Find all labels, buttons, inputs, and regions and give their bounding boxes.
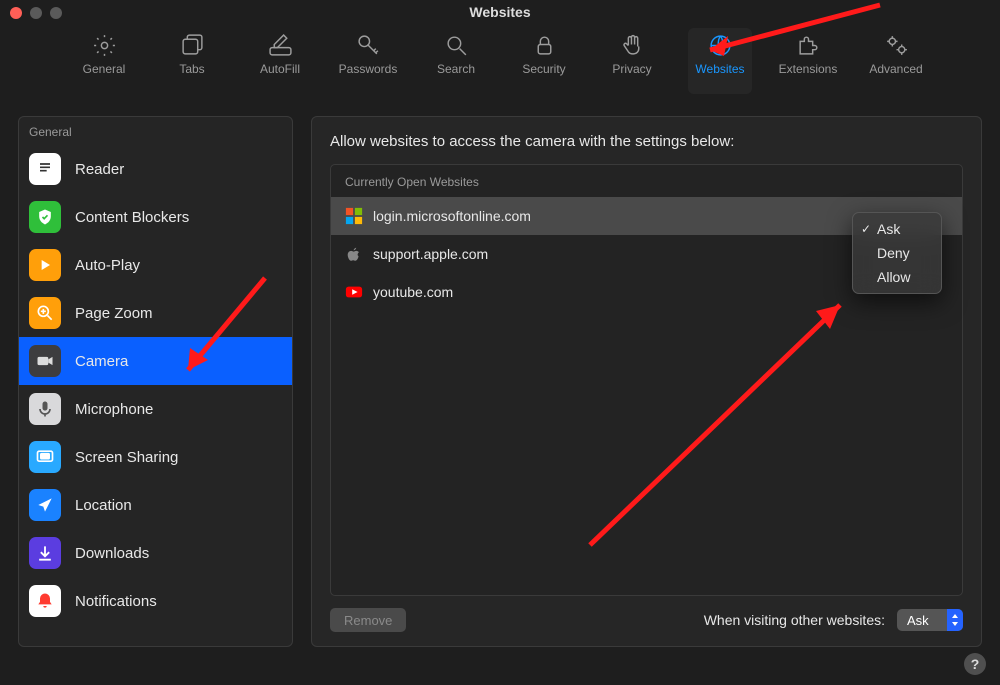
titlebar: Websites (0, 0, 1000, 24)
popup-item-allow[interactable]: Allow (853, 265, 941, 289)
puzzle-icon (795, 32, 821, 58)
detail-footer: Remove When visiting other websites: Ask (330, 596, 963, 632)
minimize-window-button[interactable] (30, 7, 42, 19)
toolbar-tab-search[interactable]: Search (424, 28, 488, 94)
detail-heading: Allow websites to access the camera with… (330, 133, 963, 150)
sidebar-item-label: Camera (75, 353, 128, 370)
lock-icon (531, 32, 557, 58)
toolbar-tab-label: Privacy (612, 62, 651, 76)
toolbar-tab-label: Search (437, 62, 475, 76)
toolbar-tab-autofill[interactable]: AutoFill (248, 28, 312, 94)
toolbar-tab-label: Passwords (339, 62, 398, 76)
sidebar-item-label: Screen Sharing (75, 449, 178, 466)
toolbar-tab-passwords[interactable]: Passwords (336, 28, 400, 94)
gear-icon (91, 32, 117, 58)
sidebar-item-notifications[interactable]: Notifications (19, 577, 292, 625)
tabs-icon (179, 32, 205, 58)
sidebar-item-location[interactable]: Location (19, 481, 292, 529)
remove-button[interactable]: Remove (330, 608, 406, 632)
sidebar-item-page-zoom[interactable]: Page Zoom (19, 289, 292, 337)
sidebar-item-content-blockers[interactable]: Content Blockers (19, 193, 292, 241)
popup-item-deny[interactable]: Deny (853, 241, 941, 265)
detail-panel: Allow websites to access the camera with… (311, 116, 982, 647)
sidebar-item-label: Location (75, 497, 132, 514)
select-value: Ask (907, 613, 929, 628)
sidebar-item-microphone[interactable]: Microphone (19, 385, 292, 433)
location-arrow-icon (29, 489, 61, 521)
other-websites-label: When visiting other websites: (704, 612, 885, 628)
shield-check-icon (29, 201, 61, 233)
sidebar: General Reader Content Blockers Auto-Pla… (18, 116, 293, 647)
sidebar-item-label: Reader (75, 161, 124, 178)
sidebar-item-screen-sharing[interactable]: Screen Sharing (19, 433, 292, 481)
sidebar-section-label: General (19, 117, 292, 145)
sidebar-item-label: Content Blockers (75, 209, 189, 226)
website-label: login.microsoftonline.com (373, 208, 531, 224)
sidebar-item-label: Auto-Play (75, 257, 140, 274)
toolbar-tab-label: Tabs (179, 62, 204, 76)
toolbar-tab-security[interactable]: Security (512, 28, 576, 94)
popup-item-label: Ask (877, 221, 900, 237)
check-icon: ✓ (861, 222, 871, 236)
toolbar-tab-websites[interactable]: Websites (688, 28, 752, 94)
traffic-lights (10, 7, 62, 19)
sidebar-item-auto-play[interactable]: Auto-Play (19, 241, 292, 289)
toolbar-tab-extensions[interactable]: Extensions (776, 28, 840, 94)
preferences-toolbar: General Tabs AutoFill Passwords Search S… (0, 24, 1000, 94)
permission-popup-menu: ✓ Ask Deny Allow (852, 212, 942, 294)
download-icon (29, 537, 61, 569)
toolbar-tab-privacy[interactable]: Privacy (600, 28, 664, 94)
screen-sharing-icon (29, 441, 61, 473)
chevron-up-down-icon (950, 612, 960, 628)
popup-item-ask[interactable]: ✓ Ask (853, 217, 941, 241)
bell-icon (29, 585, 61, 617)
zoom-icon (29, 297, 61, 329)
microsoft-icon (345, 207, 363, 225)
sidebar-item-camera[interactable]: Camera (19, 337, 292, 385)
toolbar-tab-label: AutoFill (260, 62, 300, 76)
sidebar-item-reader[interactable]: Reader (19, 145, 292, 193)
toolbar-tab-label: General (83, 62, 126, 76)
sidebar-item-label: Microphone (75, 401, 153, 418)
help-button[interactable]: ? (964, 653, 986, 675)
popup-item-label: Deny (877, 245, 910, 261)
globe-icon (707, 32, 733, 58)
sidebar-item-downloads[interactable]: Downloads (19, 529, 292, 577)
toolbar-tab-tabs[interactable]: Tabs (160, 28, 224, 94)
website-list-header: Currently Open Websites (331, 165, 962, 197)
play-icon (29, 249, 61, 281)
key-icon (355, 32, 381, 58)
toolbar-tab-advanced[interactable]: Advanced (864, 28, 928, 94)
sidebar-item-label: Notifications (75, 593, 157, 610)
website-label: youtube.com (373, 284, 453, 300)
window-title: Websites (0, 4, 1000, 20)
content-area: General Reader Content Blockers Auto-Pla… (0, 94, 1000, 657)
sidebar-item-label: Page Zoom (75, 305, 153, 322)
toolbar-tab-general[interactable]: General (72, 28, 136, 94)
gears-icon (883, 32, 909, 58)
toolbar-tab-label: Advanced (869, 62, 922, 76)
camera-icon (29, 345, 61, 377)
hand-icon (619, 32, 645, 58)
apple-icon (345, 245, 363, 263)
pencil-field-icon (267, 32, 293, 58)
sidebar-item-label: Downloads (75, 545, 149, 562)
youtube-icon (345, 283, 363, 301)
zoom-window-button[interactable] (50, 7, 62, 19)
magnifier-icon (443, 32, 469, 58)
toolbar-tab-label: Security (522, 62, 565, 76)
website-label: support.apple.com (373, 246, 488, 262)
other-websites-select[interactable]: Ask (897, 609, 963, 631)
toolbar-tab-label: Extensions (779, 62, 838, 76)
toolbar-tab-label: Websites (695, 62, 744, 76)
reader-icon (29, 153, 61, 185)
popup-item-label: Allow (877, 269, 910, 285)
microphone-icon (29, 393, 61, 425)
close-window-button[interactable] (10, 7, 22, 19)
